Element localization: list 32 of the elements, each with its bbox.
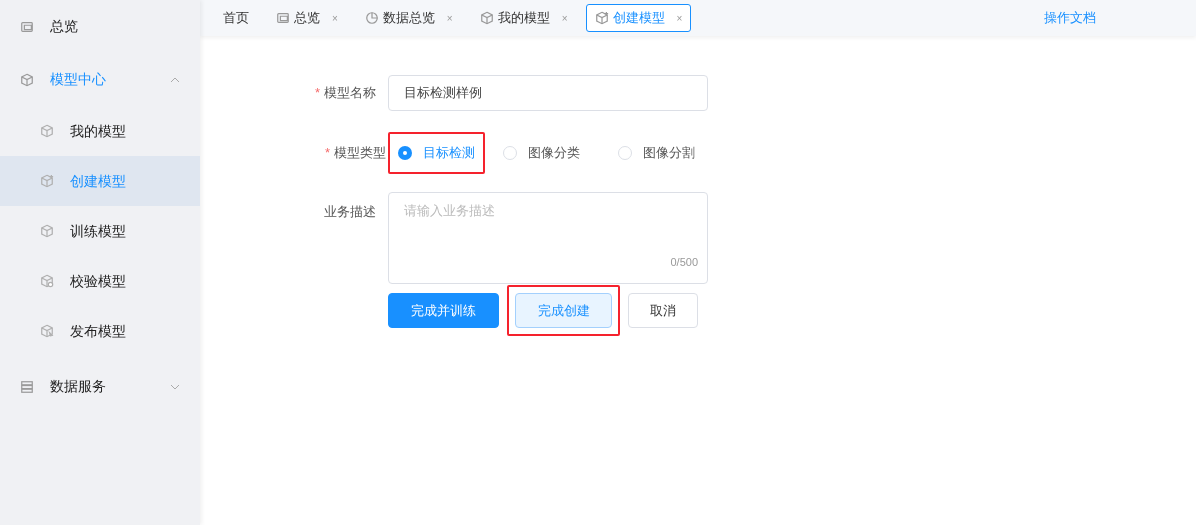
cube-plus-icon [594,11,609,25]
tab[interactable]: 我的模型 × [470,4,577,32]
radio-option[interactable]: 图像分割 [610,134,703,172]
cube-icon [40,124,54,138]
field-label: 模型类型 [334,144,386,163]
cube-plus-icon [40,174,54,188]
field-label: 业务描述 [324,203,376,221]
sidebar-item[interactable]: 总览 [0,0,200,53]
folder-icon [276,11,290,25]
name-input[interactable]: 目标检测样例 [388,75,708,111]
cube-icon [20,72,34,87]
action-button[interactable]: 取消 [628,293,698,328]
cube-icon [479,11,494,25]
pie-chart-icon [364,11,379,25]
sidebar-subitem[interactable]: 我的模型 [0,106,200,156]
required-mark: * [314,84,320,103]
character-counter: 0/500 [670,254,698,270]
radio-option[interactable]: 图像分类 [495,134,588,172]
tab[interactable]: 总览 × [267,4,347,32]
folder-icon [20,19,34,34]
required-mark: * [324,144,330,163]
sidebar-item[interactable]: 数据服务 [0,360,200,413]
sidebar-subitem[interactable]: 校验模型 [0,256,200,306]
tab[interactable]: 数据总览 × [355,4,462,32]
sidebar-subitem[interactable]: 训练模型 [0,206,200,256]
cube-icon [40,274,54,288]
tab[interactable]: 首页 [214,4,258,32]
server-icon [20,379,34,394]
field-label: 模型名称 [324,84,376,103]
cube-icon [40,324,54,338]
sidebar-subitem[interactable]: 发布模型 [0,306,200,356]
cube-icon [40,224,54,238]
